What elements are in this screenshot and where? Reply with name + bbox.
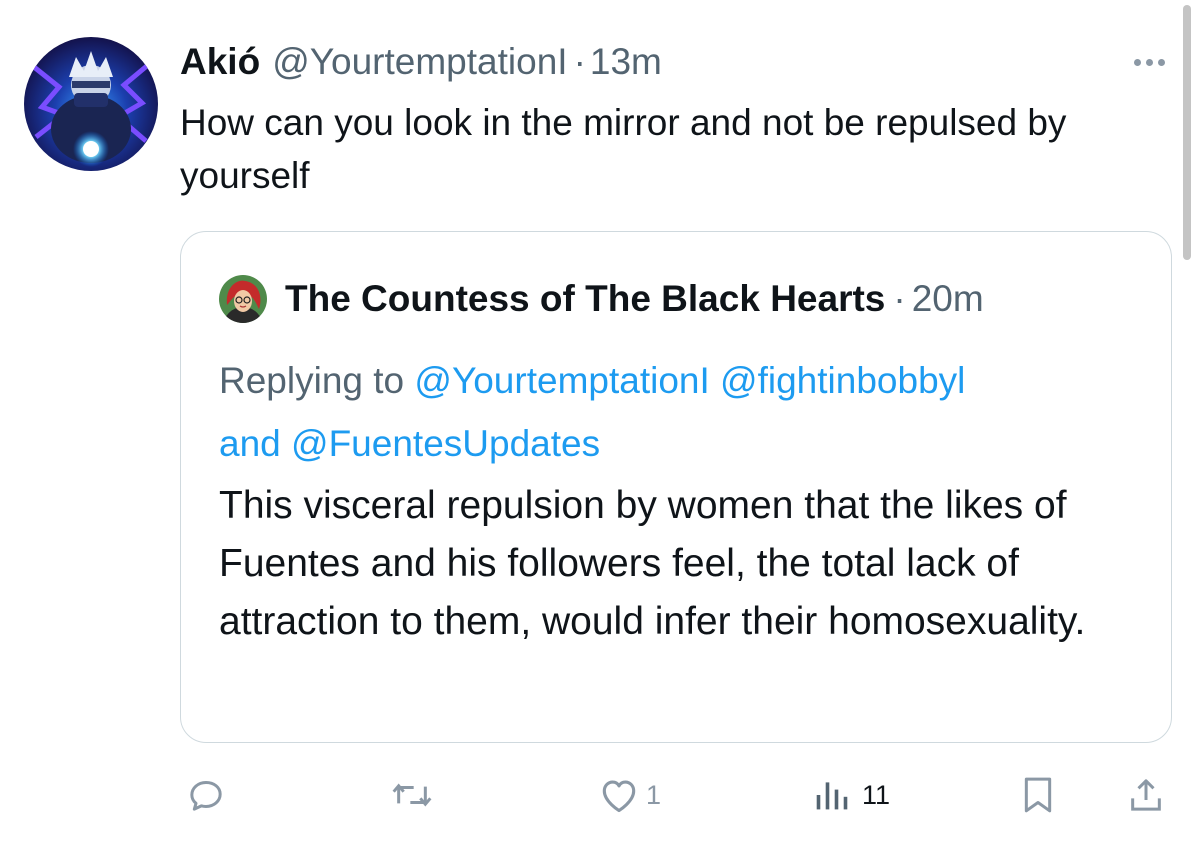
mention-link[interactable]: @fightinbobbyl <box>720 360 965 401</box>
author-name[interactable]: Akió <box>180 38 260 86</box>
share-icon <box>1131 779 1161 811</box>
mention-link[interactable]: @YourtemptationI <box>414 360 709 401</box>
tweet-timestamp[interactable]: 13m <box>590 38 662 86</box>
bookmark-icon <box>1024 777 1052 813</box>
scrollbar[interactable] <box>1183 5 1191 260</box>
reply-icon <box>190 781 222 811</box>
and-word: and <box>219 423 281 464</box>
author-avatar[interactable] <box>24 37 158 171</box>
like-count: 1 <box>646 779 662 810</box>
bookmark-button[interactable] <box>1020 765 1056 825</box>
quoted-tweet-text: This visceral repulsion by women that th… <box>219 484 1086 643</box>
quoted-author-avatar[interactable] <box>219 275 267 323</box>
heart-icon <box>602 780 636 813</box>
more-dots-icon[interactable] <box>1124 50 1174 74</box>
cartoon-woman-avatar-icon <box>219 275 267 323</box>
anime-character-avatar-icon <box>24 37 158 171</box>
quoted-author-name[interactable]: The Countess of The Black Hearts <box>285 278 885 320</box>
views-button[interactable]: 11 <box>814 765 890 825</box>
tweet-text: How can you look in the mirror and not b… <box>180 102 1067 196</box>
views-count: 11 <box>862 779 891 810</box>
quoted-tweet[interactable]: The Countess of The Black Hearts · 20m R… <box>180 231 1172 743</box>
views-icon <box>816 782 848 810</box>
tweet-header: Akió @YourtemptationI · 13m <box>180 38 662 86</box>
retweet-icon <box>392 783 432 807</box>
like-button[interactable]: 1 <box>598 765 661 825</box>
quoted-tweet-header: The Countess of The Black Hearts · 20m <box>219 275 984 323</box>
replying-to-line: Replying to @YourtemptationI @fightinbob… <box>219 349 1149 475</box>
reply-button[interactable] <box>186 765 226 825</box>
share-button[interactable] <box>1126 765 1166 825</box>
quoted-timestamp[interactable]: 20m <box>912 278 984 320</box>
quoted-separator-dot: · <box>893 278 906 319</box>
replying-to-label: Replying to <box>219 360 405 401</box>
mention-link[interactable]: @FuentesUpdates <box>291 423 600 464</box>
author-handle[interactable]: @YourtemptationI <box>272 38 567 86</box>
retweet-button[interactable] <box>390 765 434 825</box>
tweet-action-bar: 1 11 <box>0 765 1200 825</box>
separator-dot: · <box>573 41 586 82</box>
